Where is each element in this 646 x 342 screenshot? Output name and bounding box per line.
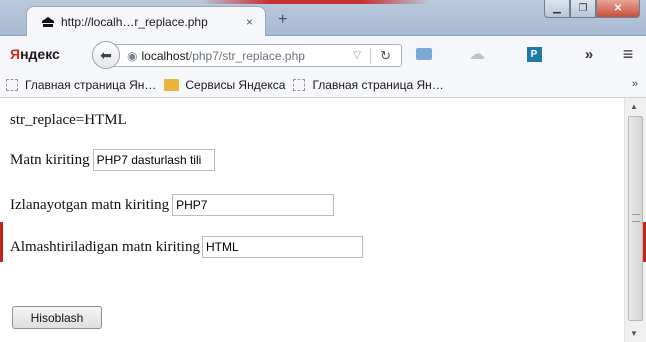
menu-icon[interactable]: ≡	[619, 44, 637, 64]
new-tab-button[interactable]: +	[278, 12, 287, 28]
url-host: localhost	[141, 48, 189, 63]
close-window-button[interactable]: ✕	[596, 0, 640, 18]
navigation-bar: Яндекс ◉ localhost/php7/str_replace.php …	[0, 36, 646, 72]
bookmark-folder[interactable]: Сервисы Яндекса	[164, 78, 285, 92]
titlebar-accent	[200, 0, 430, 4]
browser-window: http://localh…r_replace.php × + ▁ ❐ ✕ Ян…	[0, 0, 646, 342]
bookmarks-bar: Главная страница Ян… Сервисы Яндекса Гла…	[0, 72, 646, 98]
weather-icon[interactable]: ☁	[468, 45, 486, 63]
page-content: str_replace=HTML Matn kiriting PHP7 dast…	[0, 98, 624, 342]
bookmarks-overflow-icon[interactable]: »	[632, 78, 638, 90]
result-text: str_replace=HTML	[10, 112, 127, 128]
search-field-row: Izlanayotgan matn kiriting PHP7	[10, 194, 335, 216]
search-input[interactable]: PHP7	[172, 194, 335, 216]
text-field-label: Matn kiriting	[10, 151, 90, 168]
bookmark-item[interactable]: Главная страница Ян…	[6, 78, 156, 92]
folder-icon	[164, 78, 180, 91]
calculate-button[interactable]: Hisoblash	[12, 306, 102, 329]
title-bar: http://localh…r_replace.php × + ▁ ❐ ✕	[0, 0, 646, 37]
window-controls: ▁ ❐ ✕	[544, 0, 640, 18]
search-field-label: Izlanayotgan matn kiriting	[10, 196, 170, 213]
globe-icon: ◉	[127, 48, 138, 63]
tab-title: http://localh…r_replace.php	[61, 15, 208, 29]
maximize-button[interactable]: ❐	[570, 0, 596, 18]
p-icon[interactable]: P	[525, 45, 543, 63]
more-icon[interactable]: »	[580, 45, 598, 63]
reload-icon[interactable]: ↻	[380, 48, 391, 64]
replace-field-label: Almashtiriladigan matn kiriting	[10, 238, 200, 255]
replace-field-row: Almashtiriladigan matn kiriting HTML	[10, 236, 363, 258]
replace-input[interactable]: HTML	[201, 236, 363, 258]
page-icon	[6, 78, 18, 91]
page-icon	[293, 78, 306, 91]
back-arrow-icon[interactable]: ⬅	[92, 41, 120, 69]
yandex-logo[interactable]: Яндекс	[10, 46, 60, 62]
vertical-scrollbar[interactable]: ▲ ▼	[624, 98, 646, 342]
mail-icon[interactable]	[415, 45, 433, 63]
text-input[interactable]: PHP7 dasturlash tili	[92, 149, 215, 171]
url-path: /php7/str_replace.php	[188, 48, 305, 63]
urlbar-separator	[370, 48, 371, 64]
scroll-up-icon[interactable]: ▲	[630, 102, 638, 111]
tab-favicon-icon	[42, 17, 54, 27]
dropdown-icon[interactable]: ▽	[353, 50, 361, 61]
address-bar[interactable]: ◉ localhost/php7/str_replace.php ▽ ↻	[112, 44, 402, 67]
browser-tab[interactable]: http://localh…r_replace.php ×	[26, 6, 266, 37]
tab-close-icon[interactable]: ×	[246, 15, 253, 29]
bookmark-item[interactable]: Главная страница Ян…	[293, 78, 444, 92]
text-field-row: Matn kiriting PHP7 dasturlash tili	[10, 149, 215, 171]
scroll-down-icon[interactable]: ▼	[630, 329, 638, 338]
minimize-button[interactable]: ▁	[544, 0, 570, 18]
scroll-grip-icon	[632, 214, 640, 222]
decorative-edge	[0, 222, 3, 262]
scroll-thumb[interactable]	[628, 116, 643, 321]
